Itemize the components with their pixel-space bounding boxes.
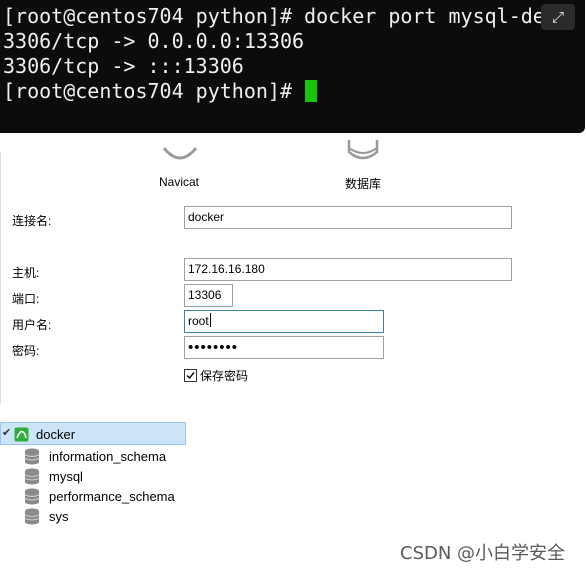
terminal-prompt: [root@centos704 python]# [3,79,305,103]
connection-tree: ✔ docker information_schema mysql perfor… [0,422,300,542]
connection-name-label: 连接名: [12,214,52,228]
navicat-icon [162,147,198,160]
database-icon [24,468,40,485]
terminal-line: 3306/tcp -> :::13306 [3,54,244,78]
database-icon [24,508,40,525]
username-value: root [188,314,209,328]
terminal-line: 3306/tcp -> 0.0.0.0:13306 [3,29,305,53]
host-input[interactable]: 172.16.16.180 [184,258,512,281]
password-label: 密码: [12,344,40,358]
database-icon [24,448,40,465]
connection-name-input[interactable]: docker [184,206,512,229]
expand-button[interactable]: ⤢ [541,4,575,30]
watermark: CSDN @小白学安全 [400,543,566,564]
database-label: information_schema [49,449,167,464]
database-caption: 数据库 [345,177,382,191]
database-icon [347,140,379,160]
database-icon [24,488,40,505]
terminal-window[interactable]: [root@centos704 python]# docker port mys… [0,0,585,133]
password-input[interactable]: •••••••• [184,336,384,359]
dialog-divider [0,152,1,404]
save-password-checkbox[interactable]: 保存密码 [184,367,248,384]
mysql-connection-icon [14,427,29,442]
expand-icon: ⤢ [551,8,564,26]
tree-connection-label: docker [36,427,76,442]
terminal-cursor [305,80,318,102]
terminal-line: [root@centos704 python]# docker port mys… [3,4,557,28]
connection-dialog: Navicat 数据库 连接名: docker 主机: 172.16.16.18… [0,140,586,405]
chevron-down-icon[interactable]: ✔ [2,426,11,439]
database-label: performance_schema [49,489,175,504]
navicat-caption: Navicat [159,175,200,189]
database-label: mysql [49,469,83,484]
port-input[interactable]: 13306 [184,284,233,307]
username-label: 用户名: [12,318,52,332]
host-label: 主机: [12,266,40,280]
tree-item-docker-connection[interactable]: ✔ docker [0,422,186,445]
database-label: sys [49,509,69,524]
checkbox-checked-icon[interactable] [184,369,197,382]
text-caret [209,313,211,327]
username-input[interactable]: root [184,310,384,333]
terminal-prompt-line: [root@centos704 python]# [3,79,318,103]
save-password-label: 保存密码 [200,369,249,383]
port-label: 端口: [12,292,40,306]
